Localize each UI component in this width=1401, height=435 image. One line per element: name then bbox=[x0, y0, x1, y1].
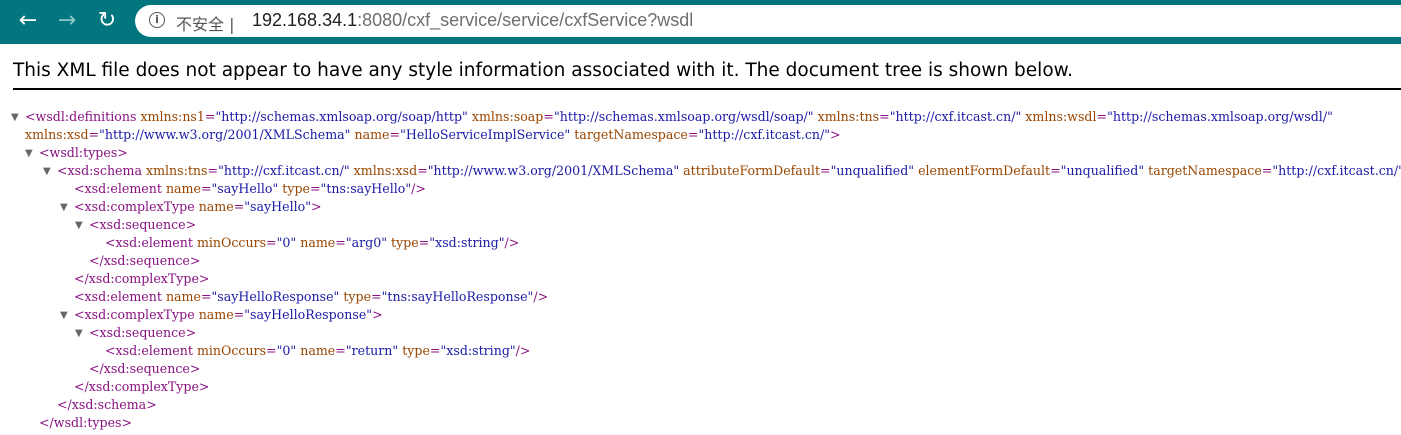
xml-tree-text: <xsd:element name="sayHelloResponse" typ… bbox=[74, 289, 549, 304]
xml-tree-text: </xsd:complexType> bbox=[74, 271, 210, 286]
xml-tree-text: <xsd:element minOccurs="0" name="return"… bbox=[105, 343, 531, 358]
xml-tree-text: </xsd:sequence> bbox=[89, 253, 201, 268]
xml-tree-text: <xsd:schema xmlns:tns="http://cxf.itcast… bbox=[57, 163, 1401, 178]
xml-tree-text: <xsd:element minOccurs="0" name="arg0" t… bbox=[105, 235, 520, 250]
xml-tree-line: </xsd:complexType> bbox=[0, 378, 1401, 396]
xml-tree-text: <wsdl:definitions xmlns:ns1="http://sche… bbox=[25, 109, 1333, 124]
xml-tree-line: ▼ <wsdl:types> bbox=[0, 144, 1401, 162]
security-label[interactable]: 不安全 | bbox=[176, 11, 235, 35]
xml-tree-text: <xsd:complexType name="sayHello"> bbox=[74, 199, 322, 214]
triangle-down-icon[interactable]: ▼ bbox=[60, 199, 68, 217]
xml-tree-line: ▼ <xsd:complexType name="sayHello"> bbox=[0, 198, 1401, 216]
triangle-down-icon[interactable]: ▼ bbox=[60, 307, 68, 325]
xml-tree-line: <xsd:element name="sayHelloResponse" typ… bbox=[0, 288, 1401, 306]
url-text[interactable]: 192.168.34.1:8080/cxf_service/service/cx… bbox=[252, 10, 693, 31]
xml-tree-text: </wsdl:types> bbox=[39, 415, 133, 430]
xml-tree-text: <xsd:complexType name="sayHelloResponse"… bbox=[74, 307, 383, 322]
xml-tree-text: </xsd:sequence> bbox=[89, 361, 201, 376]
url-host: 192.168.34.1 bbox=[252, 10, 358, 30]
xml-document-tree: ▼ <wsdl:definitions xmlns:ns1="http://sch… bbox=[0, 108, 1401, 432]
triangle-down-icon[interactable]: ▼ bbox=[11, 109, 19, 127]
xml-tree-line: xmlns:xsd="http://www.w3.org/2001/XMLSch… bbox=[0, 126, 1401, 144]
arrow-right-icon[interactable]: → bbox=[52, 6, 82, 36]
xml-tree-line: </xsd:sequence> bbox=[0, 360, 1401, 378]
info-icon[interactable]: i bbox=[149, 12, 165, 28]
xml-tree-line: </xsd:sequence> bbox=[0, 252, 1401, 270]
xml-tree-line: <xsd:element minOccurs="0" name="return"… bbox=[0, 342, 1401, 360]
xml-info-banner: This XML file does not appear to have an… bbox=[13, 60, 1073, 81]
browser-toolbar: ← → ↻ i 不安全 | 192.168.34.1:8080/cxf_serv… bbox=[0, 0, 1401, 44]
xml-tree-text: <xsd:sequence> bbox=[89, 325, 197, 340]
xml-tree-line: </wsdl:types> bbox=[0, 414, 1401, 432]
xml-tree-text: <wsdl:types> bbox=[39, 145, 128, 160]
xml-tree-text: </xsd:schema> bbox=[57, 397, 157, 412]
triangle-down-icon[interactable]: ▼ bbox=[25, 145, 33, 163]
xml-tree-line: </xsd:schema> bbox=[0, 396, 1401, 414]
xml-tree-text: <xsd:sequence> bbox=[89, 217, 197, 232]
xml-tree-text: </xsd:complexType> bbox=[74, 379, 210, 394]
triangle-down-icon[interactable]: ▼ bbox=[75, 217, 83, 235]
arrow-left-icon[interactable]: ← bbox=[13, 6, 43, 36]
banner-divider bbox=[13, 88, 1401, 90]
xml-tree-line: ▼ <xsd:schema xmlns:tns="http://cxf.itcas… bbox=[0, 162, 1401, 180]
address-bar[interactable]: i 不安全 | 192.168.34.1:8080/cxf_service/se… bbox=[135, 5, 1401, 37]
xml-tree-line: ▼ <xsd:sequence> bbox=[0, 216, 1401, 234]
xml-tree-line: <xsd:element minOccurs="0" name="arg0" t… bbox=[0, 234, 1401, 252]
xml-tree-text: xmlns:xsd="http://www.w3.org/2001/XMLSch… bbox=[25, 127, 841, 142]
xml-tree-line: ▼ <xsd:sequence> bbox=[0, 324, 1401, 342]
xml-tree-line: </xsd:complexType> bbox=[0, 270, 1401, 288]
triangle-down-icon[interactable]: ▼ bbox=[43, 163, 51, 181]
xml-tree-line: <xsd:element name="sayHello" type="tns:s… bbox=[0, 180, 1401, 198]
xml-tree-line: ▼ <wsdl:definitions xmlns:ns1="http://sch… bbox=[0, 108, 1401, 126]
reload-icon[interactable]: ↻ bbox=[92, 6, 122, 36]
url-path: :8080/cxf_service/service/cxfService?wsd… bbox=[357, 10, 694, 30]
xml-tree-line: ▼ <xsd:complexType name="sayHelloResponse… bbox=[0, 306, 1401, 324]
triangle-down-icon[interactable]: ▼ bbox=[75, 325, 83, 343]
xml-tree-text: <xsd:element name="sayHello" type="tns:s… bbox=[74, 181, 426, 196]
